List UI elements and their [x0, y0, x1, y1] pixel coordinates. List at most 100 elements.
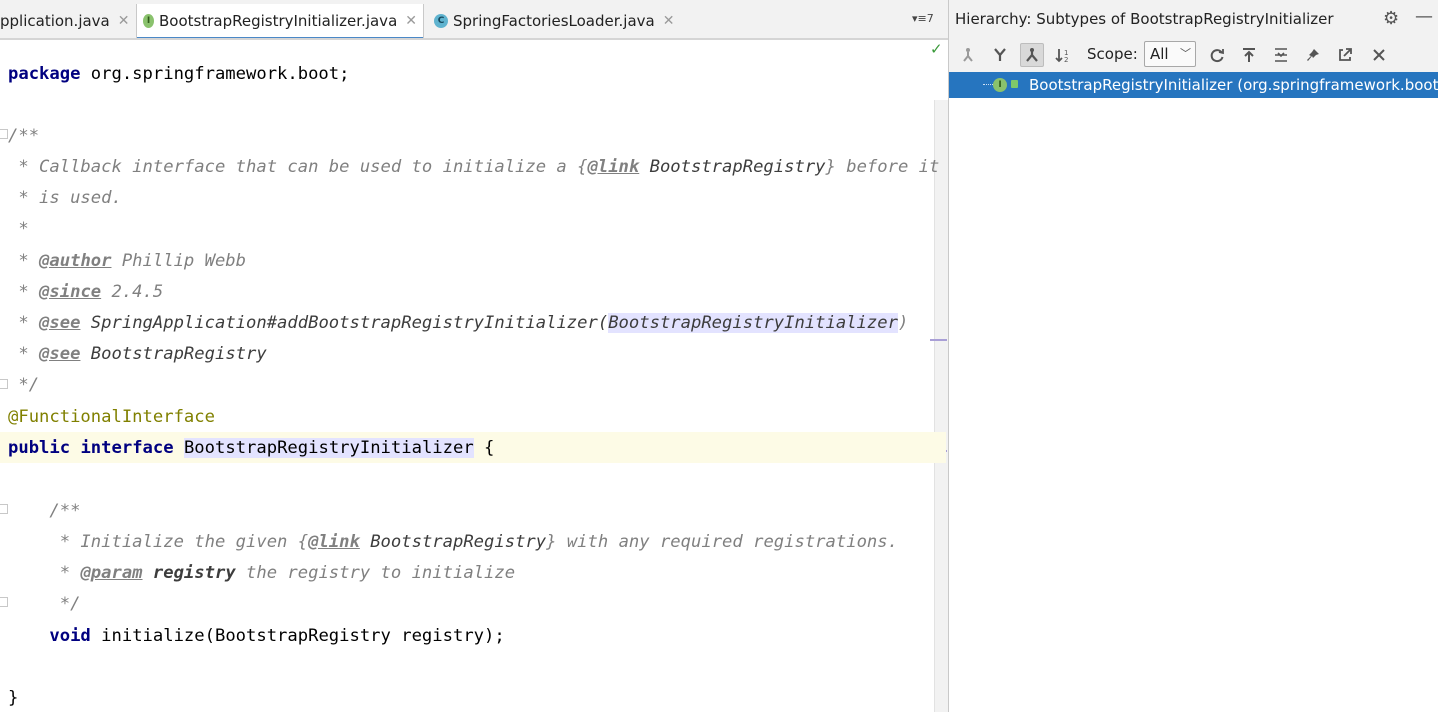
- scope-label: Scope:: [1087, 45, 1138, 63]
- svg-text:2: 2: [1064, 56, 1068, 63]
- comment-text: * Callback interface that can be used to…: [8, 157, 578, 177]
- tab-label: pplication.java: [0, 12, 110, 30]
- javadoc-reference[interactable]: BootstrapRegistryInitializer: [608, 313, 898, 333]
- interface-name[interactable]: BootstrapRegistryInitializer: [183, 438, 474, 458]
- comment-text: Phillip Webb: [111, 251, 247, 271]
- comment-text: /**: [8, 501, 81, 521]
- comment-text: */: [8, 594, 81, 614]
- comment-text: {: [577, 157, 588, 177]
- usage-marker[interactable]: [930, 339, 947, 341]
- hierarchy-tree-node[interactable]: I BootstrapRegistryInitializer (org.spri…: [949, 72, 1438, 98]
- type-hierarchy-icon[interactable]: [956, 43, 980, 67]
- comment-text: *: [8, 282, 40, 302]
- comment-text: with any required registrations.: [556, 532, 898, 552]
- open-in-new-icon[interactable]: [1333, 43, 1357, 67]
- comment-text: }: [825, 157, 836, 177]
- javadoc-tag: @link: [587, 157, 640, 177]
- javadoc-tag: @see: [39, 344, 81, 364]
- code-line: @FunctionalInterface: [8, 402, 215, 433]
- hierarchy-panel: Hierarchy: Subtypes of BootstrapRegistry…: [948, 0, 1438, 712]
- close-icon[interactable]: [1367, 43, 1391, 67]
- comment-text: before it: [835, 157, 940, 177]
- sort-alphabetically-icon[interactable]: 12: [1052, 43, 1076, 67]
- comment-text: * is used.: [8, 188, 122, 208]
- expand-to-top-icon[interactable]: [1237, 43, 1261, 67]
- keyword: package: [8, 64, 81, 84]
- javadoc-reference[interactable]: BootstrapRegistry: [360, 532, 546, 552]
- hierarchy-toolbar: 12 Scope: All ﹀: [949, 38, 1438, 73]
- tab-label: BootstrapRegistryInitializer.java: [158, 12, 398, 30]
- chevron-down-icon: ﹀: [1180, 47, 1191, 60]
- javadoc-tag: @param: [80, 563, 143, 583]
- code-editor[interactable]: ✓ package org.springframework.boot; /** …: [0, 40, 948, 712]
- code-line: /**: [8, 496, 80, 527]
- code-line: public interface BootstrapRegistryInitia…: [8, 433, 494, 464]
- interface-icon: I: [993, 78, 1007, 92]
- code-line: * Callback interface that can be used to…: [8, 152, 939, 183]
- fold-marker[interactable]: [0, 129, 8, 139]
- comment-text: *: [8, 563, 81, 583]
- fold-marker[interactable]: [0, 597, 8, 607]
- code-line: *: [8, 214, 29, 245]
- code-line: * Initialize the given {@link BootstrapR…: [8, 527, 898, 558]
- param-name: registry: [142, 563, 236, 583]
- code-line: /**: [8, 121, 39, 152]
- close-icon[interactable]: ✕: [663, 13, 675, 29]
- javadoc-tag: @author: [39, 251, 112, 271]
- code-line: */: [8, 370, 39, 401]
- javadoc-reference[interactable]: BootstrapRegistry: [80, 344, 267, 364]
- scope-dropdown[interactable]: All ﹀: [1144, 41, 1196, 67]
- javadoc-tag: @since: [39, 282, 102, 302]
- supertypes-hierarchy-icon[interactable]: [988, 43, 1012, 67]
- fold-marker[interactable]: [0, 379, 8, 389]
- comment-text: 2.4.5: [101, 282, 164, 302]
- method-signature[interactable]: initialize(BootstrapRegistry registry);: [91, 626, 505, 646]
- javadoc-reference[interactable]: BootstrapRegistry: [639, 157, 826, 177]
- comment-text: /**: [8, 126, 40, 146]
- tab-bootstrap-registry-initializer[interactable]: I BootstrapRegistryInitializer.java ✕: [136, 4, 424, 38]
- tab-overflow-menu[interactable]: ▾≡7: [912, 12, 934, 25]
- editor-scrollbar[interactable]: [934, 100, 948, 712]
- node-label: BootstrapRegistryInitializer (org.spring…: [1029, 76, 1438, 94]
- javadoc-reference[interactable]: SpringApplication#addBootstrapRegistryIn…: [80, 313, 608, 333]
- code-line: */: [8, 589, 81, 620]
- minimize-icon[interactable]: —: [1415, 6, 1433, 27]
- refresh-icon[interactable]: [1205, 43, 1229, 67]
- tab-application-java[interactable]: pplication.java ✕: [0, 4, 135, 38]
- comment-text: the registry to initialize: [235, 563, 516, 583]
- code-line: * @param registry the registry to initia…: [8, 558, 515, 589]
- comment-text: * Initialize the given: [8, 532, 298, 552]
- close-icon[interactable]: ✕: [118, 13, 130, 29]
- tab-label: SpringFactoriesLoader.java: [453, 12, 655, 30]
- expand-all-icon[interactable]: [1269, 43, 1293, 67]
- comment-text: *: [8, 344, 40, 364]
- keyword: public: [8, 438, 71, 458]
- comment-text: *: [8, 313, 40, 333]
- package-name: org.springframework.boot;: [80, 64, 350, 84]
- editor-tab-bar: pplication.java ✕ I BootstrapRegistryIni…: [0, 0, 948, 39]
- panel-title: Hierarchy: Subtypes of BootstrapRegistry…: [955, 10, 1334, 28]
- class-icon: C: [434, 14, 448, 28]
- gear-icon[interactable]: ⚙: [1383, 8, 1399, 29]
- brace: {: [473, 438, 495, 458]
- comment-text: */: [8, 375, 40, 395]
- public-access-icon: [1011, 80, 1018, 88]
- close-icon[interactable]: ✕: [405, 13, 417, 29]
- keyword: interface: [80, 438, 174, 458]
- brace: }: [8, 688, 19, 708]
- comment-text: *: [8, 219, 29, 239]
- inspection-ok-icon[interactable]: ✓: [930, 40, 943, 58]
- annotation[interactable]: @FunctionalInterface: [8, 407, 215, 427]
- comment-text: ): [897, 313, 909, 333]
- fold-marker[interactable]: [0, 504, 8, 514]
- subtypes-hierarchy-icon[interactable]: [1020, 43, 1044, 67]
- code-line: * @see SpringApplication#addBootstrapReg…: [8, 308, 908, 339]
- code-line: package org.springframework.boot;: [8, 59, 349, 90]
- code-line: * is used.: [8, 183, 122, 214]
- interface-icon: I: [143, 14, 154, 28]
- comment-text: *: [8, 251, 40, 271]
- tab-spring-factories-loader[interactable]: C SpringFactoriesLoader.java ✕: [428, 4, 680, 38]
- keyword: void: [8, 626, 91, 646]
- pin-icon[interactable]: [1301, 43, 1325, 67]
- javadoc-tag: @see: [39, 313, 81, 333]
